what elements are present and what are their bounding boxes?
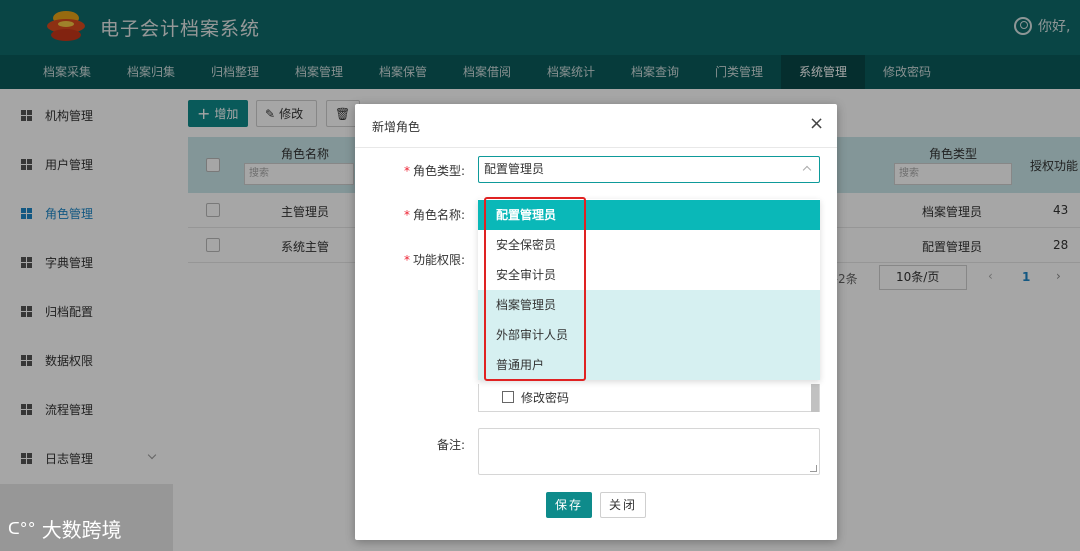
permission-label: * 功能权限: bbox=[403, 253, 465, 267]
role-type-select[interactable]: 配置管理员 bbox=[478, 156, 820, 183]
dialog-title: 新增角色 bbox=[372, 120, 421, 134]
close-icon[interactable]: × bbox=[809, 115, 824, 133]
remark-label: 备注: bbox=[436, 438, 465, 452]
save-button[interactable]: 保存 bbox=[546, 492, 592, 518]
remark-textarea[interactable] bbox=[478, 428, 820, 475]
resize-handle[interactable] bbox=[810, 465, 817, 472]
dialog-divider bbox=[355, 147, 837, 148]
role-name-label: * 角色名称: bbox=[403, 208, 465, 222]
watermark-text: 大数跨境 bbox=[41, 518, 122, 542]
scrollbar[interactable] bbox=[811, 384, 819, 412]
permission-item-label: 修改密码 bbox=[521, 391, 570, 405]
role-type-value: 配置管理员 bbox=[484, 162, 545, 176]
permission-checkbox[interactable] bbox=[502, 391, 514, 403]
annotation-highlight bbox=[484, 197, 586, 381]
watermark: ᑕ°° 大数跨境 bbox=[8, 514, 122, 543]
close-button[interactable]: 关闭 bbox=[600, 492, 646, 518]
watermark-logo-icon: ᑕ°° bbox=[8, 519, 36, 538]
role-type-label: * 角色类型: bbox=[403, 164, 465, 178]
permission-tree[interactable]: 修改密码 bbox=[478, 384, 820, 412]
chevron-up-icon bbox=[802, 165, 812, 175]
